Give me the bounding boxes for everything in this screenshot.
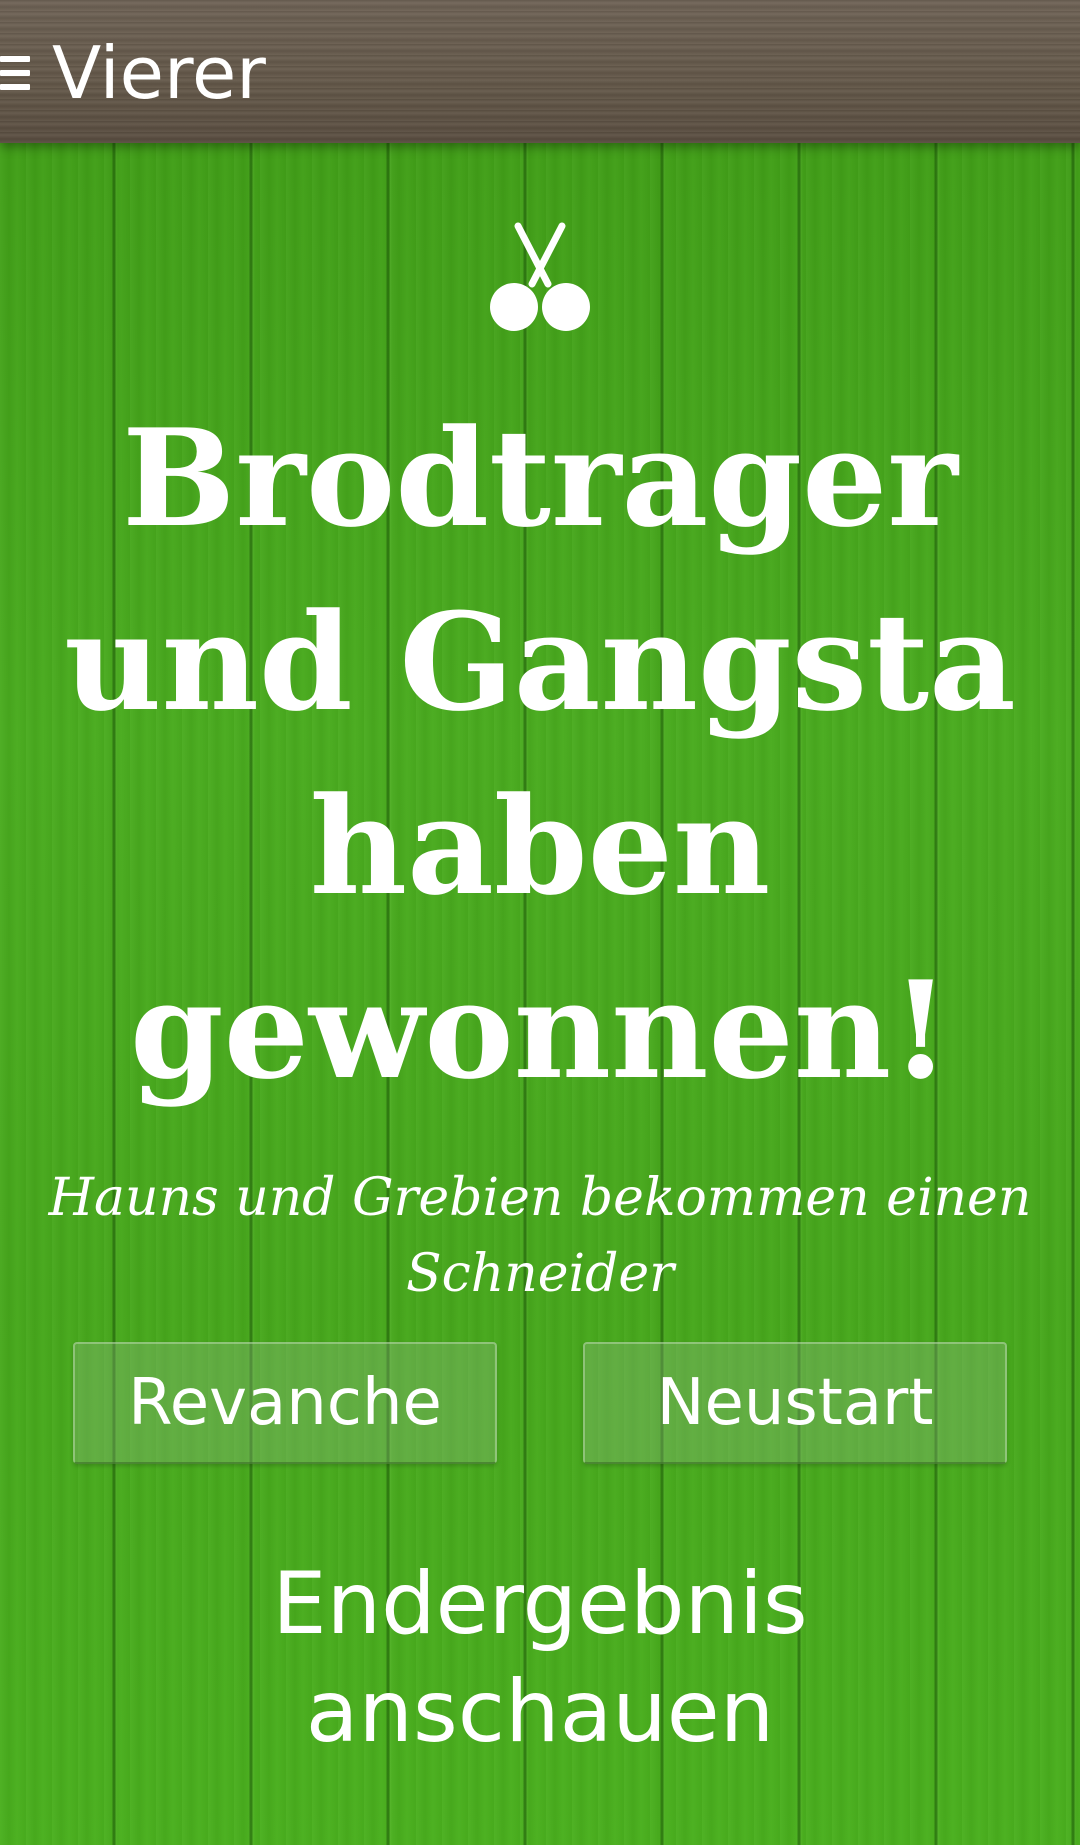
neustart-button[interactable]: Neustart	[583, 1342, 1007, 1464]
app-title[interactable]: Vierer	[52, 28, 266, 118]
view-final-result-link[interactable]: Endergebnis anschauen	[140, 1550, 940, 1766]
hamburger-menu-icon[interactable]	[0, 50, 30, 90]
revanche-button[interactable]: Revanche	[73, 1342, 497, 1464]
winner-headline: Brodtrager und Gangsta haben gewonnen!	[64, 399, 1016, 1109]
loser-subline: Hauns und Grebien bekommen einen Schneid…	[48, 1168, 1032, 1304]
action-bar: Vierer	[0, 0, 1080, 143]
cherry-scissors-icon	[490, 222, 590, 331]
